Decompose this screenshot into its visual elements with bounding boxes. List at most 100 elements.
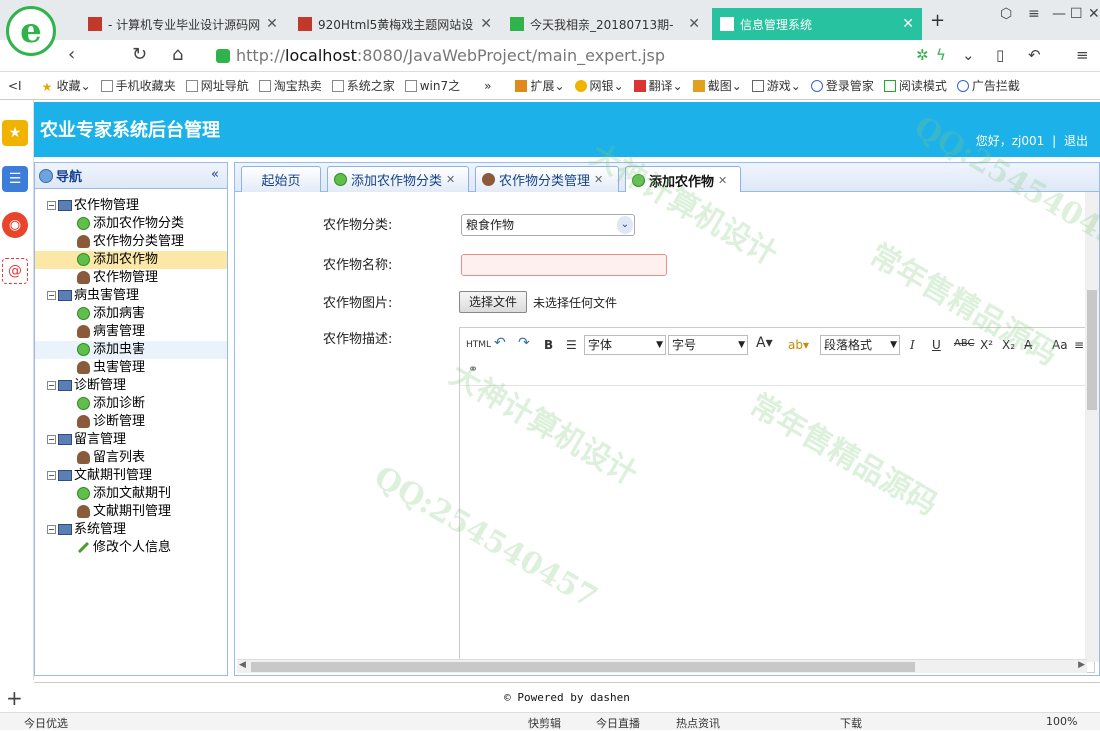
font-color-icon[interactable]: A▾	[756, 335, 773, 351]
gear-accelerate-icon[interactable]: ✲	[916, 46, 929, 64]
nav-item[interactable]: 病害管理	[35, 323, 227, 341]
nav-item[interactable]: 添加文献期刊	[35, 485, 227, 503]
collapse-toggle-icon[interactable]: −	[47, 201, 56, 210]
collapse-toggle-icon[interactable]: −	[47, 291, 56, 300]
browser-tab-2[interactable]: 920Html5黄梅戏主题网站设 ✕	[290, 8, 500, 40]
nav-item[interactable]: 添加诊断	[35, 395, 227, 413]
bookmark-system-home[interactable]: 系统之家	[331, 77, 395, 94]
crop-name-input[interactable]	[461, 254, 667, 276]
clear-format-icon[interactable]: A̶	[1024, 338, 1032, 352]
tool-extension[interactable]: 扩展 ⌄	[515, 77, 565, 94]
tool-translate[interactable]: 翻译 ⌄	[633, 77, 683, 94]
tool-screenshot[interactable]: 截图 ⌄	[692, 77, 742, 94]
browser-tab-3[interactable]: 今天我相亲_20180713期- ✕	[502, 8, 708, 40]
font-size-select[interactable]: 字号 ▼	[668, 335, 748, 355]
strikethrough-icon[interactable]: ABC	[954, 338, 975, 349]
tool-reader-mode[interactable]: 阅读模式	[883, 77, 947, 94]
close-tab-icon[interactable]: ✕	[718, 174, 727, 187]
nav-group[interactable]: − 文献期刊管理	[35, 467, 227, 485]
tool-bank[interactable]: 网银 ⌄	[574, 77, 624, 94]
tab-start-page[interactable]: 起始页	[241, 166, 321, 192]
bookmark-nav[interactable]: 网址导航	[185, 77, 249, 94]
superscript-icon[interactable]: X²	[980, 338, 993, 352]
close-tab-icon[interactable]: ✕	[682, 16, 700, 32]
undo-icon[interactable]: ↶	[494, 335, 506, 351]
collapse-toggle-icon[interactable]: −	[47, 381, 56, 390]
tab-add-crop-category[interactable]: 添加农作物分类 ✕	[327, 166, 469, 192]
font-case-icon[interactable]: Aa	[1052, 338, 1068, 352]
add-sidebar-icon[interactable]: +	[6, 686, 23, 710]
browser-tab-1[interactable]: - 计算机专业毕业设计源码网 ✕	[80, 8, 280, 40]
paragraph-format-select[interactable]: 段落格式 ▼	[820, 335, 900, 355]
html-source-button[interactable]: HTML	[466, 340, 491, 350]
bookmark-win7[interactable]: win7之	[404, 77, 460, 94]
nav-group[interactable]: − 诊断管理	[35, 377, 227, 395]
highlight-icon[interactable]: ab▾	[788, 338, 809, 352]
tool-games[interactable]: 游戏 ⌄	[751, 77, 801, 94]
bold-icon[interactable]: B	[544, 338, 553, 352]
status-download[interactable]: 下载	[840, 715, 862, 731]
back-icon[interactable]: ‹	[68, 44, 75, 65]
collapse-toggle-icon[interactable]: −	[47, 435, 56, 444]
tool-login-manager[interactable]: 登录管家	[810, 77, 874, 94]
nav-item[interactable]: 留言列表	[35, 449, 227, 467]
scroll-right-arrow-icon[interactable]: ▶	[1078, 660, 1085, 670]
nav-item[interactable]: 修改个人信息	[35, 539, 227, 557]
favorites-star-icon[interactable]: ★	[2, 120, 28, 146]
format-paragraph-icon[interactable]: ☰	[566, 338, 577, 352]
weibo-icon[interactable]: ◉	[2, 212, 28, 238]
subscript-icon[interactable]: X₂	[1002, 338, 1015, 352]
maximize-icon[interactable]: ☐	[1070, 6, 1083, 22]
horizontal-scrollbar[interactable]: ◀ ▶	[237, 659, 1087, 673]
close-tab-icon[interactable]: ✕	[260, 16, 278, 32]
collapse-toggle-icon[interactable]: −	[47, 525, 56, 534]
nav-item[interactable]: 添加农作物分类	[35, 215, 227, 233]
nav-item[interactable]: 添加病害	[35, 305, 227, 323]
nav-group[interactable]: − 病虫害管理	[35, 287, 227, 305]
list-icon[interactable]: ☰	[2, 166, 28, 192]
collapse-toggle-icon[interactable]: −	[47, 471, 56, 480]
shirt-skin-icon[interactable]: ⬡	[1000, 6, 1012, 22]
status-promo-text[interactable]: 今日优选	[24, 715, 68, 731]
nav-group[interactable]: − 系统管理	[35, 521, 227, 539]
redo-icon[interactable]: ↷	[518, 335, 530, 351]
nav-group[interactable]: − 留言管理	[35, 431, 227, 449]
nav-item[interactable]: 文献期刊管理	[35, 503, 227, 521]
close-tab-icon[interactable]: ✕	[896, 16, 914, 32]
dropdown-chevron-icon[interactable]: ⌄	[962, 46, 975, 64]
bookmark-mobile[interactable]: 手机收藏夹	[100, 77, 176, 94]
nav-group[interactable]: − 农作物管理	[35, 197, 227, 215]
logout-link[interactable]: 退出	[1064, 134, 1088, 148]
home-icon[interactable]: ⌂	[172, 44, 183, 65]
align-icon[interactable]: ≡	[1074, 338, 1084, 352]
font-family-select[interactable]: 字体 ▼	[584, 335, 666, 355]
email-at-icon[interactable]: @	[2, 258, 28, 284]
bookmark-favorites[interactable]: ★ 收藏 ⌄	[42, 77, 91, 94]
scroll-thumb[interactable]	[1087, 290, 1097, 410]
status-quick-clip[interactable]: 快剪辑	[528, 715, 561, 731]
new-tab-button[interactable]: +	[930, 10, 945, 31]
italic-icon[interactable]: I	[910, 338, 915, 352]
vertical-scrollbar[interactable]	[1085, 192, 1099, 662]
bookmark-taobao[interactable]: 淘宝热卖	[258, 77, 322, 94]
status-live[interactable]: 今日直播	[596, 715, 640, 731]
status-zoom[interactable]: 100%	[1046, 715, 1077, 728]
status-hot-news[interactable]: 热点资讯	[676, 715, 720, 731]
lightning-icon[interactable]: ϟ	[936, 46, 946, 64]
nav-item[interactable]: 农作物分类管理	[35, 233, 227, 251]
scroll-left-arrow-icon[interactable]: ◀	[239, 660, 246, 670]
tool-adblock[interactable]: 广告拦截	[956, 77, 1020, 94]
nav-item[interactable]: 添加农作物	[35, 251, 227, 269]
underline-icon[interactable]: U	[932, 338, 941, 352]
main-menu-icon[interactable]: ≡	[1076, 46, 1089, 64]
tab-crop-category-management[interactable]: 农作物分类管理 ✕	[475, 166, 619, 192]
nav-item[interactable]: 农作物管理	[35, 269, 227, 287]
phone-icon[interactable]: ▯	[996, 46, 1004, 64]
nav-item[interactable]: 添加虫害	[35, 341, 227, 359]
scroll-thumb[interactable]	[251, 662, 915, 672]
editor-body[interactable]	[460, 386, 1080, 666]
reload-icon[interactable]: ↻	[132, 44, 147, 65]
undo-icon[interactable]: ↶	[1028, 46, 1041, 64]
link-icon[interactable]: ⚭	[468, 362, 478, 376]
minimize-icon[interactable]: —	[1052, 6, 1066, 22]
